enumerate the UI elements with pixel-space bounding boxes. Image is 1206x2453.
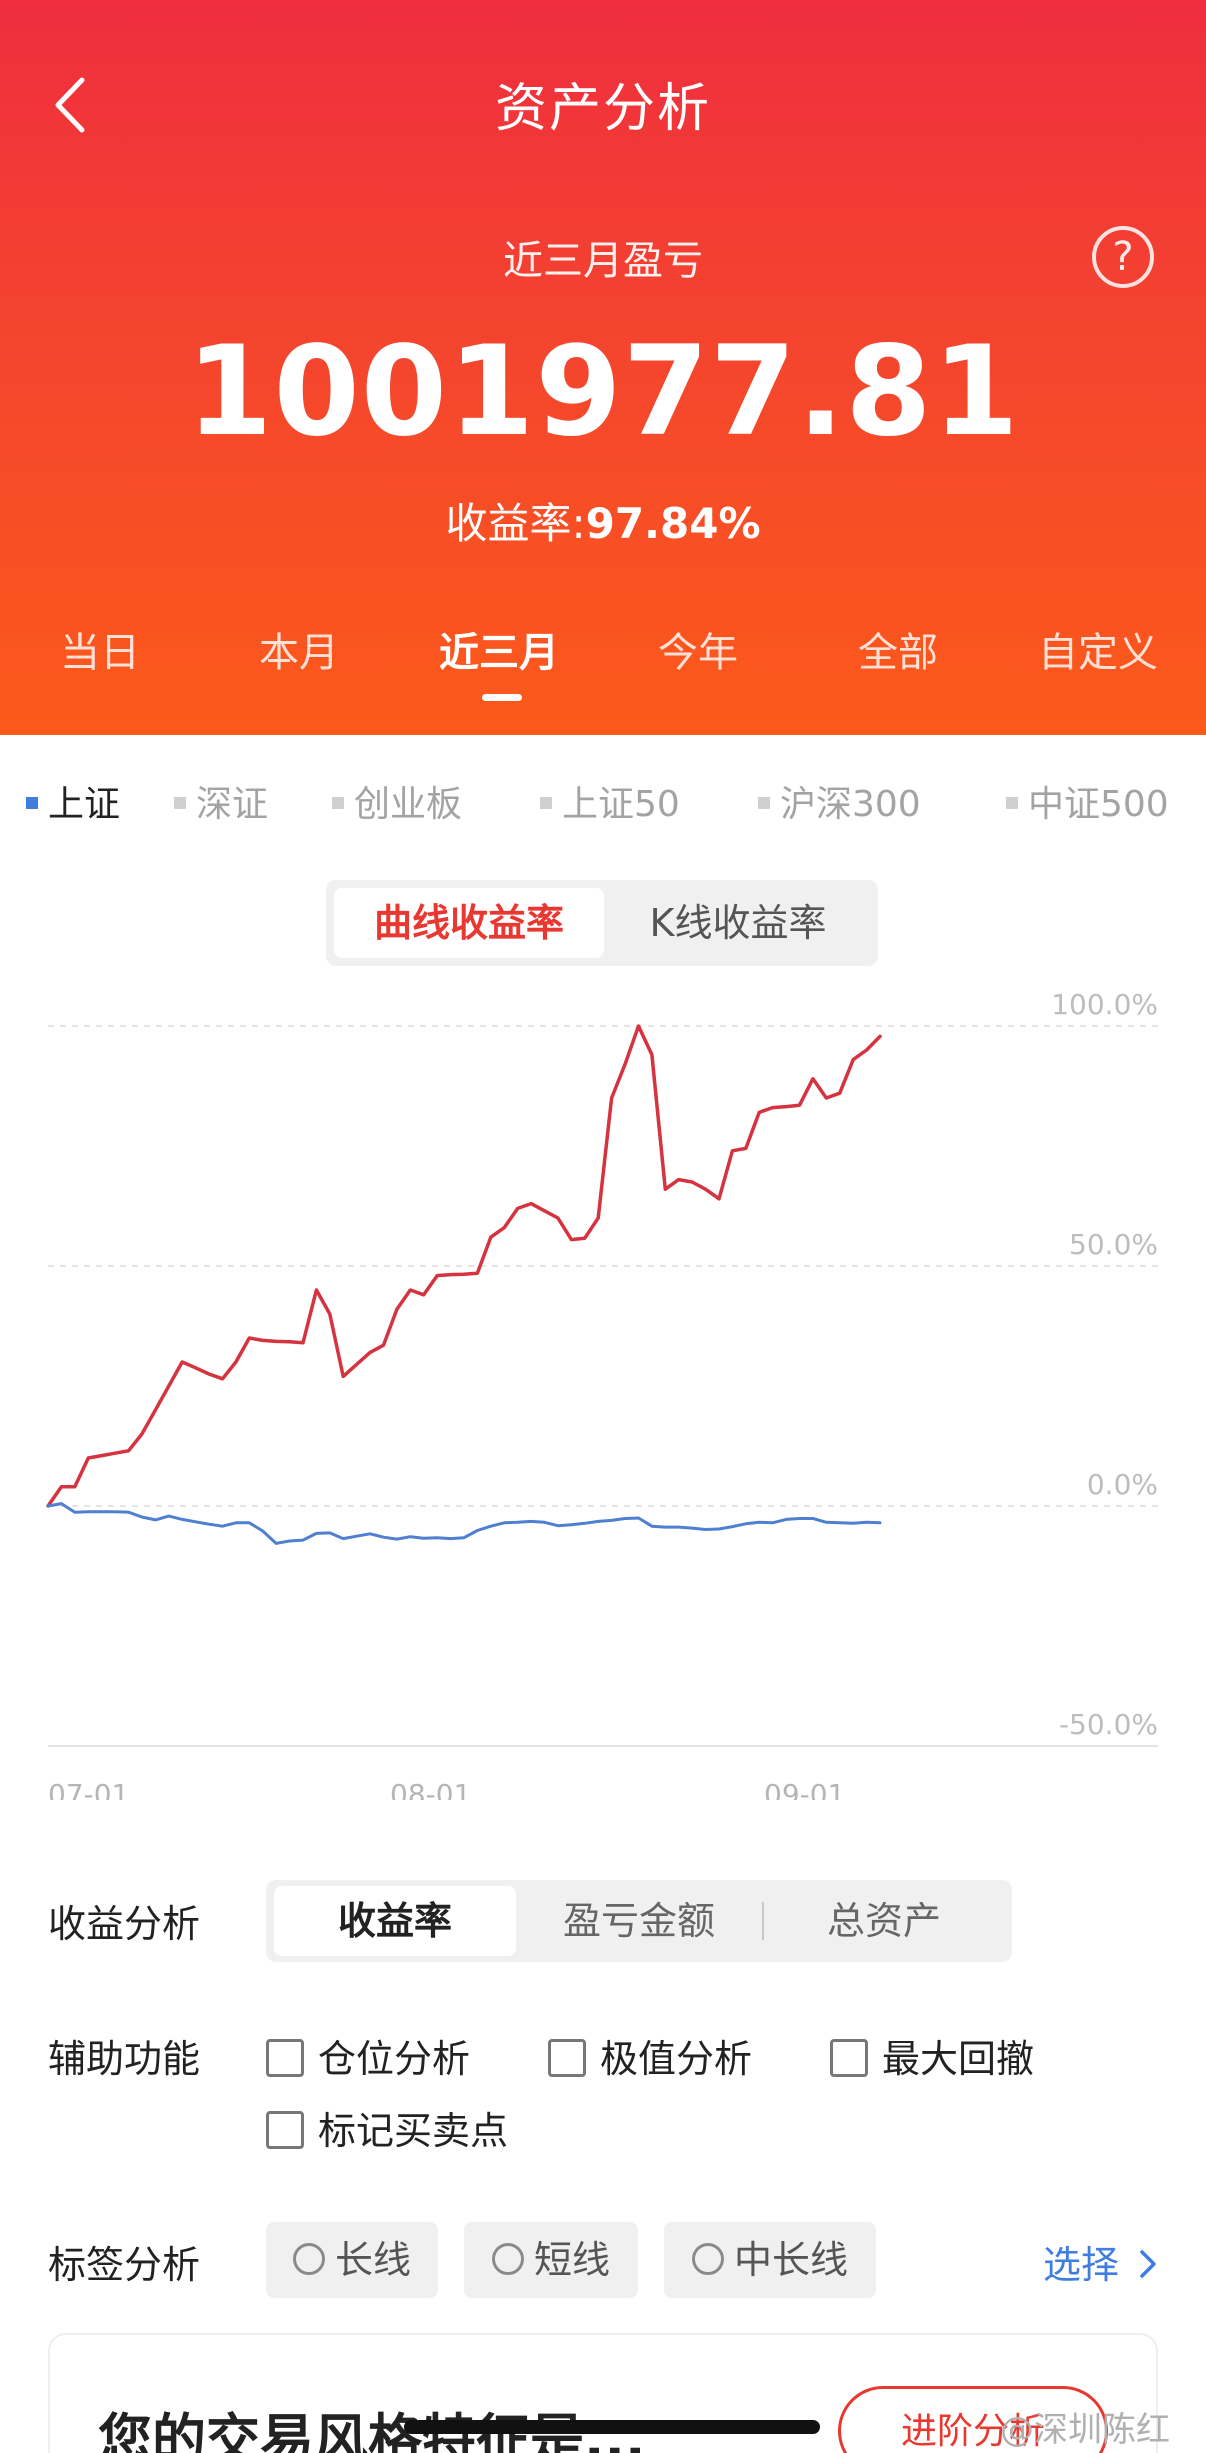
index-option-label: 创业板: [354, 784, 463, 825]
checkbox-label: 仓位分析: [318, 2037, 471, 2081]
benchmark-index-selector: 上证 深证 创业板 上证50 沪深300 中证500: [0, 775, 1206, 825]
analysis-label: 收益分析: [48, 1902, 201, 1946]
legend-square-icon: [1006, 797, 1018, 809]
segment-divider: [762, 1902, 764, 1940]
legend-square-icon: [758, 797, 770, 809]
radio-label: 短线: [533, 2238, 610, 2282]
return-chart: 100.0% 50.0% 0.0% -50.0% 07-01 08-01 09-01: [46, 988, 1158, 1800]
watermark: @深圳陈红: [1000, 2410, 1170, 2450]
index-option-sse[interactable]: 上证: [26, 775, 120, 827]
active-tab-indicator: [482, 694, 522, 701]
return-rate: 收益率:97.84%: [0, 490, 1206, 551]
period-tabs: 当日 本月 近三月 今年 全部 自定义: [0, 620, 1206, 700]
aux-label: 辅助功能: [48, 2037, 201, 2081]
chart-mode-toggle: 曲线收益率 K线收益率: [326, 880, 878, 966]
radio-icon: [691, 2242, 724, 2275]
tag-mid-long-term-radio[interactable]: 中长线: [664, 2222, 876, 2298]
checkbox-icon: [830, 2038, 868, 2077]
index-option-label: 深证: [196, 784, 269, 825]
kline-return-button[interactable]: K线收益率: [606, 888, 870, 958]
period-subtitle: 近三月盈亏: [503, 238, 703, 284]
checkbox-icon: [266, 2038, 304, 2077]
x-tick-label: 07-01: [48, 1778, 129, 1800]
tab-today[interactable]: 当日: [0, 620, 200, 678]
checkbox-label: 标记买卖点: [318, 2109, 509, 2153]
tag-long-term-radio[interactable]: 长线: [266, 2222, 438, 2298]
legend-square-icon: [332, 797, 344, 809]
checkbox-label: 最大回撤: [882, 2037, 1035, 2081]
index-option-chinext[interactable]: 创业板: [332, 775, 462, 827]
index-option-csi300[interactable]: 沪深300: [758, 775, 921, 827]
tab-this-year[interactable]: 今年: [598, 620, 798, 678]
legend-square-icon: [540, 797, 552, 809]
analysis-metric-toggle: 收益率 盈亏金额 总资产: [266, 1880, 1012, 1962]
page-title: 资产分析: [494, 79, 711, 139]
legend-square-icon: [26, 797, 38, 809]
tab-this-month[interactable]: 本月: [199, 620, 399, 678]
checkbox-icon: [266, 2110, 304, 2149]
home-indicator: [404, 2420, 820, 2434]
index-option-sse50[interactable]: 上证50: [540, 775, 680, 827]
legend-square-icon: [174, 797, 186, 809]
tag-short-term-radio[interactable]: 短线: [464, 2222, 638, 2298]
select-tag-label: 选择: [1043, 2243, 1120, 2287]
y-tick-label: 100.0%: [1051, 988, 1158, 1021]
tab-last-three-months[interactable]: 近三月: [399, 620, 599, 678]
tab-custom[interactable]: 自定义: [998, 620, 1198, 678]
radio-label: 长线: [334, 2238, 411, 2282]
radio-icon: [491, 2242, 524, 2275]
tag-label: 标签分析: [48, 2243, 201, 2287]
select-tag-link[interactable]: 选择: [1043, 2234, 1159, 2289]
metric-profit-amount-button[interactable]: 盈亏金额: [522, 1886, 756, 1956]
return-rate-value: 97.84%: [585, 499, 761, 548]
x-tick-label: 08-01: [390, 1778, 471, 1800]
tab-all[interactable]: 全部: [798, 620, 998, 678]
chevron-right-icon: [1140, 2249, 1156, 2278]
help-icon[interactable]: ?: [1092, 226, 1154, 288]
index-option-label: 中证500: [1028, 784, 1169, 825]
y-tick-label: 0.0%: [1087, 1468, 1158, 1501]
return-rate-label: 收益率:: [445, 499, 586, 548]
index-option-csi500[interactable]: 中证500: [1006, 775, 1169, 827]
header: 资产分析 近三月盈亏 ? 1001977.81 收益率:97.84% 当日 本月…: [0, 0, 1206, 735]
radio-icon: [292, 2242, 325, 2275]
index-option-szse[interactable]: 深证: [174, 775, 268, 827]
checkbox-icon: [548, 2038, 586, 2077]
index-option-label: 沪深300: [780, 784, 921, 825]
index-option-label: 上证50: [562, 784, 680, 825]
y-tick-label: 50.0%: [1069, 1228, 1158, 1261]
index-option-label: 上证: [48, 784, 121, 825]
metric-total-assets-button[interactable]: 总资产: [764, 1886, 1004, 1956]
index-return-line: [46, 1502, 882, 1545]
profit-value: 1001977.81: [186, 320, 1020, 464]
position-analysis-checkbox[interactable]: 仓位分析: [266, 2028, 470, 2083]
max-drawdown-checkbox[interactable]: 最大回撤: [830, 2028, 1034, 2083]
extreme-value-checkbox[interactable]: 极值分析: [548, 2028, 752, 2083]
y-tick-label: -50.0%: [1059, 1708, 1158, 1741]
checkbox-label: 极值分析: [600, 2037, 753, 2081]
x-tick-label: 09-01: [764, 1778, 845, 1800]
metric-return-rate-button[interactable]: 收益率: [274, 1886, 516, 1956]
curve-return-button[interactable]: 曲线收益率: [334, 888, 604, 958]
mark-trades-checkbox[interactable]: 标记买卖点: [266, 2100, 508, 2155]
radio-label: 中长线: [733, 2238, 848, 2282]
